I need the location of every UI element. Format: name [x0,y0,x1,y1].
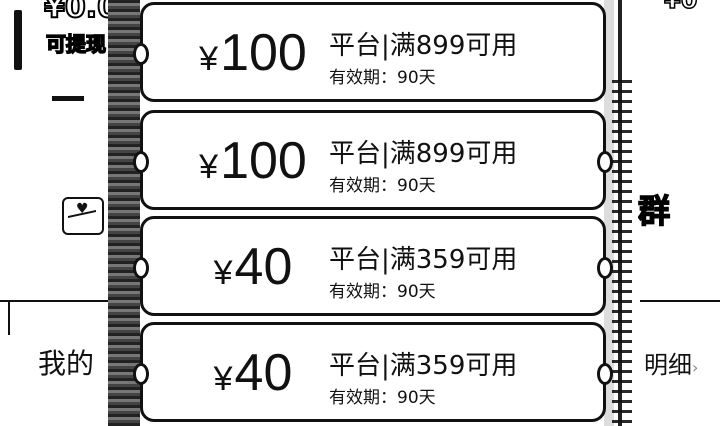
detail-label: 明细 [644,351,692,379]
amount-value: 40 [234,344,293,402]
modal-left-edge [108,0,140,426]
coupon-notch [597,257,613,279]
coupon-card[interactable]: ¥40 平台|满359可用 有效期：90天 [133,216,613,316]
coupon-validity: 有效期：90天 [329,388,436,408]
coupon-notch [597,363,613,385]
coupon-amount: ¥100 [173,131,333,197]
coupon-card[interactable]: ¥40 平台|满359可用 有效期：90天 [133,322,613,422]
coupon-amount: ¥40 [173,237,333,303]
section-corner-left [0,300,10,335]
vertical-bar [14,10,22,70]
currency-symbol: ¥ [199,40,219,78]
coupon-amount: ¥100 [173,23,333,89]
coupon-title: 平台|满359可用 [329,245,518,275]
scroll-track-ticks [612,80,632,426]
my-section-label: 我的 [38,347,95,380]
coupon-validity: 有效期：90天 [329,176,436,196]
currency-symbol: ¥ [213,360,233,398]
section-divider-left [0,300,112,302]
currency-symbol: ¥ [199,148,219,186]
coupon-card[interactable]: ¥100 平台|满899可用 有效期：90天 [133,110,613,210]
chevron-right-icon: › [692,358,699,377]
top-right-amount: ¥0 [663,0,698,15]
envelope-heart-icon[interactable]: ♥ [62,197,104,235]
amount-value: 100 [220,132,307,190]
amount-value: 40 [234,238,293,296]
coupon-title: 平台|满359可用 [329,351,518,381]
section-divider-right [640,300,720,302]
currency-symbol: ¥ [213,254,233,292]
coupon-notch [133,151,149,173]
balance-amount: ¥0.0 [43,0,119,26]
coupon-validity: 有效期：90天 [329,68,436,88]
coupon-amount: ¥40 [173,343,333,409]
dash-divider [52,96,84,101]
coupon-title: 平台|满899可用 [329,31,518,61]
coupon-notch [133,257,149,279]
coupon-notch [597,151,613,173]
coupon-notch [133,363,149,385]
coupon-list: ¥100 平台|满899可用 有效期：90天 ¥100 平台|满899可用 有效… [133,0,613,426]
coupon-validity: 有效期：90天 [329,282,436,302]
envelope-flap [68,210,96,232]
coupon-card[interactable]: ¥100 平台|满899可用 有效期：90天 [133,2,606,102]
detail-link[interactable]: 明细› [644,345,698,380]
coupon-notch [133,43,149,65]
coupon-title: 平台|满899可用 [329,139,518,169]
group-label[interactable]: 群 [637,186,671,232]
withdrawable-label[interactable]: 可提现 [45,28,107,57]
amount-value: 100 [220,24,307,82]
